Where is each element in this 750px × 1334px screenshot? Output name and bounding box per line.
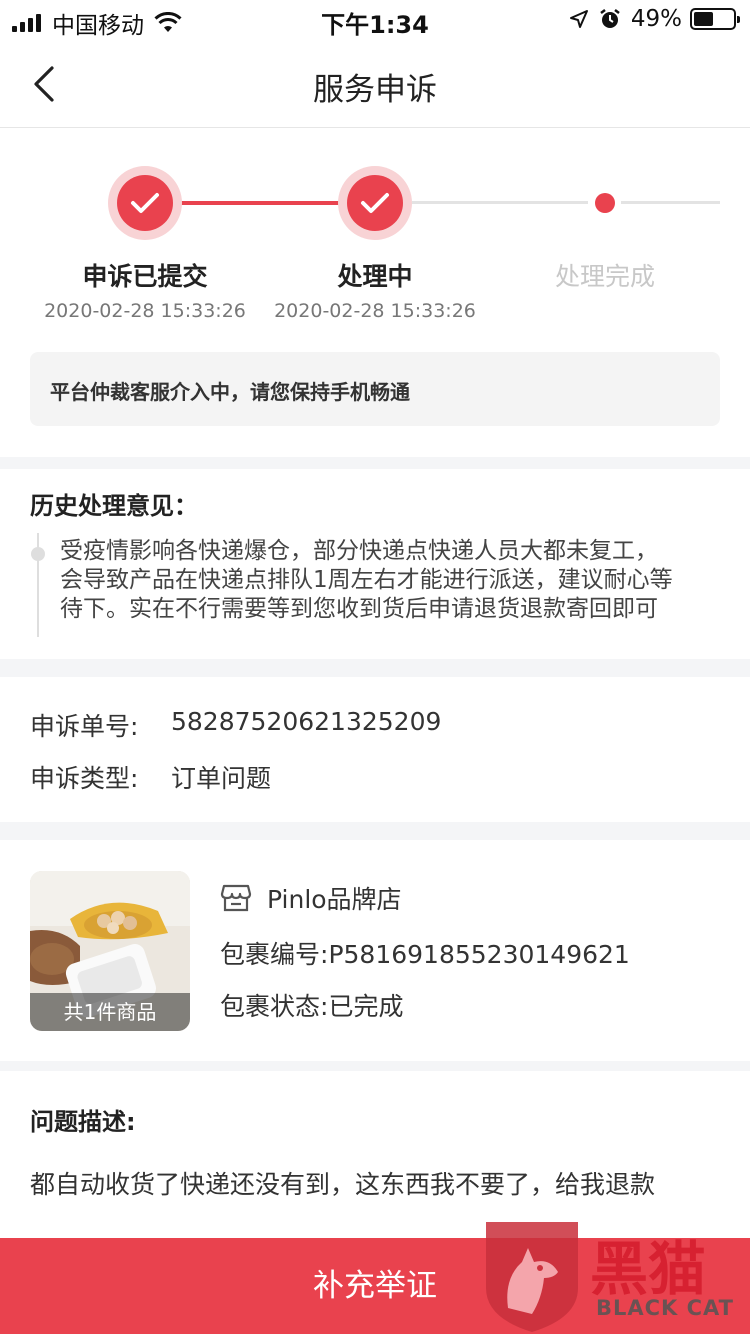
- checkmark-icon: [361, 193, 389, 213]
- status-bar: 中国移动 下午1:34 49%: [0, 0, 750, 40]
- nav-bar: 服务申诉: [0, 40, 750, 128]
- history-title: 历史处理意见：: [30, 492, 198, 520]
- timeline-dot: [31, 547, 45, 561]
- appeal-type-row: 申诉类型: 订单问题: [30, 759, 271, 795]
- cat-shield-icon: [486, 1222, 578, 1332]
- watermark-subtitle: BLACK CAT: [596, 1296, 734, 1320]
- alarm-clock-icon: [600, 9, 620, 28]
- appeal-type-value: 订单问题: [171, 764, 272, 793]
- history-text: 受疫情影响各快递爆仓，部分快递点快递人员大都未复工， 会导致产品在快递点排队1周…: [60, 537, 720, 624]
- status-right: 49%: [569, 6, 740, 32]
- appeal-type-label: 申诉类型:: [30, 764, 139, 793]
- appeal-number-label: 申诉单号:: [30, 712, 139, 741]
- section-divider: [0, 457, 750, 469]
- step-2-time: 2020-02-28 15:33:26: [274, 300, 476, 322]
- appeal-number-value: 58287520621325209: [171, 707, 442, 736]
- package-id-row: 包裹编号:P581691855230149621: [220, 935, 630, 971]
- progress-steps: 申诉已提交 2020-02-28 15:33:26 处理中 2020-02-28…: [0, 129, 750, 457]
- notice-banner: 平台仲裁客服介入中，请您保持手机畅通: [30, 352, 720, 426]
- watermark-logo: 黑猫 BLACK CAT: [478, 1218, 750, 1334]
- checkmark-icon: [131, 193, 159, 213]
- location-arrow-icon: [569, 10, 588, 28]
- step-track-tail: [621, 201, 720, 204]
- store-icon: [220, 884, 252, 912]
- appeal-number-row: 申诉单号: 58287520621325209: [30, 707, 441, 743]
- shop-row[interactable]: Pinlo品牌店: [220, 880, 402, 916]
- section-divider: [0, 822, 750, 840]
- section-divider: [0, 659, 750, 677]
- package-id-value: P581691855230149621: [328, 940, 630, 969]
- battery-percent: 49%: [630, 6, 682, 32]
- step-3-label: 处理完成: [554, 262, 655, 291]
- step-1-label: 申诉已提交: [82, 262, 208, 291]
- problem-text: 都自动收货了快递还没有到，这东西我不要了，给我退款: [30, 1170, 656, 1199]
- step-2-check: [338, 166, 412, 240]
- step-track-pending: [412, 201, 588, 204]
- step-3-dot: [595, 193, 615, 213]
- history-line: 受疫情影响各快递爆仓，部分快递点快递人员大都未复工，: [60, 538, 658, 564]
- page-title: 服务申诉: [313, 72, 437, 108]
- package-id-label: 包裹编号:: [220, 940, 329, 969]
- watermark-title: 黑猫: [590, 1235, 707, 1303]
- package-status-label: 包裹状态:: [220, 992, 329, 1021]
- history-line: 会导致产品在快递点排队1周左右才能进行派送，建议耐心等: [60, 567, 673, 593]
- problem-title: 问题描述:: [30, 1108, 136, 1136]
- shop-name: Pinlo品牌店: [267, 885, 402, 914]
- step-2-label: 处理中: [337, 262, 413, 291]
- package-status-row: 包裹状态:已完成: [220, 987, 403, 1023]
- step-track-done: [180, 201, 340, 205]
- history-line: 待下。实在不行需要等到您收到货后申请退货退款寄回即可: [60, 596, 658, 622]
- battery-icon: [690, 8, 740, 30]
- step-1-check: [108, 166, 182, 240]
- package-status-value: 已完成: [328, 992, 404, 1021]
- section-divider: [0, 1061, 750, 1071]
- product-thumbnail[interactable]: 共1件商品: [30, 871, 190, 1031]
- step-1-time: 2020-02-28 15:33:26: [44, 300, 246, 322]
- thumbnail-caption: 共1件商品: [30, 993, 190, 1031]
